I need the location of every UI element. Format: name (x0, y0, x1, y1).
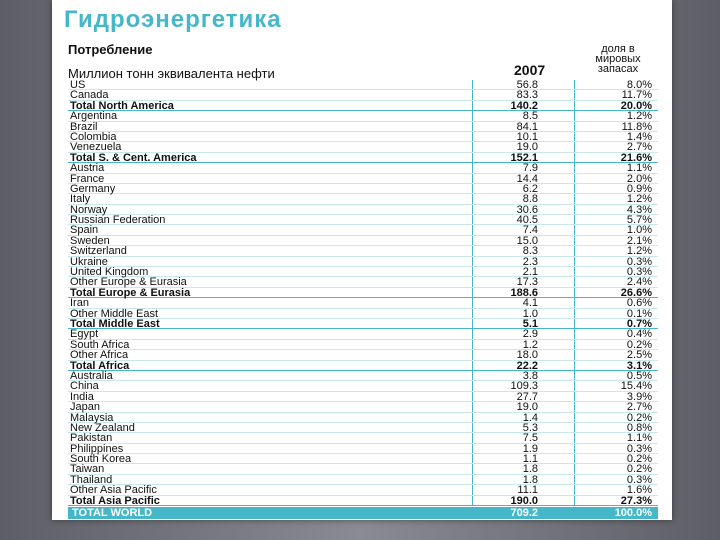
table-row: New Zealand 5.3 0.8% (68, 422, 658, 434)
table-total-row: Total Middle East 5.1 0.7% (68, 318, 658, 330)
table-row: India 27.7 3.9% (68, 391, 658, 402)
country-name: Total Asia Pacific (70, 494, 160, 507)
table-row: Germany 6.2 0.9% (68, 183, 658, 195)
table-row: France 14.4 2.0% (68, 173, 658, 184)
table-row: South Africa 1.2 0.2% (68, 339, 658, 350)
table-row: China 109.3 15.4% (68, 381, 658, 392)
consumption-label: Потребление (68, 42, 153, 57)
table-row: Brazil 84.1 11.8% (68, 121, 658, 132)
table-row: South Korea 1.1 0.2% (68, 453, 658, 465)
table-row: Philippines 1.9 0.3% (68, 443, 658, 454)
table-row: Ukraine 2.3 0.3% (68, 256, 658, 267)
consumption-value: 7.9 (522, 162, 538, 175)
country-name: Other Africa (70, 349, 129, 362)
table-row: Spain 7.4 1.0% (68, 225, 658, 236)
unit-label: Миллион тонн эквивалента нефти (68, 66, 275, 81)
table-row: Argentina 8.5 1.2% (68, 110, 658, 122)
total-world-label: TOTAL WORLD (72, 507, 153, 519)
table-row: Malaysia 1.4 0.2% (68, 412, 658, 423)
table-row: Sweden 15.0 2.1% (68, 235, 658, 247)
table-row: Pakistan 7.5 1.1% (68, 433, 658, 444)
country-name: Japan (70, 401, 100, 414)
table-total-row: Total Europe & Eurasia 188.6 26.6% (68, 287, 658, 299)
table-row: Italy 8.8 1.2% (68, 194, 658, 205)
table-total-row: Total North America 140.2 20.0% (68, 100, 658, 112)
share-value: 2.5% (626, 349, 652, 362)
total-world-row: TOTAL WORLD 709.2 100.0% (68, 507, 658, 519)
table-row: US 56.8 8.0% (68, 79, 658, 91)
total-world-value: 709.2 (510, 507, 538, 519)
data-table: US 56.8 8.0% Canada 83.3 11.7% Total North Ame… (68, 79, 658, 507)
total-world-share: 100.0% (614, 507, 652, 519)
consumption-value: 19.0 (516, 401, 538, 414)
table-total-row: Total Africa 22.2 3.1% (68, 360, 658, 371)
table-row: Japan 19.0 2.7% (68, 401, 658, 414)
table-row: Egypt 2.9 0.4% (68, 329, 658, 340)
table-row: Switzerland 8.3 1.2% (68, 246, 658, 257)
table-total-row: Total Asia Pacific 190.0 27.3% (68, 494, 658, 507)
table-row: Austria 7.9 1.1% (68, 162, 658, 175)
slide: Гидроэнергетика Потребление Миллион тонн… (52, 0, 672, 520)
table-header: Потребление Миллион тонн эквивалента неф… (68, 42, 658, 81)
year-header: 2007 (514, 62, 546, 78)
table-row: Russian Federation 40.5 5.7% (68, 214, 658, 226)
table-row: Colombia 10.1 1.4% (68, 131, 658, 143)
share-value: 27.3% (620, 494, 652, 507)
consumption-value: 190.0 (510, 494, 538, 507)
share-value: 1.1% (626, 162, 652, 175)
country-name: Austria (70, 162, 105, 175)
share-header: доля в мировых запасах (595, 43, 641, 75)
consumption-value: 18.0 (516, 349, 538, 362)
share-value: 2.7% (626, 401, 652, 414)
table-row: Taiwan 1.8 0.2% (68, 464, 658, 475)
table-total-row: Total S. & Cent. America 152.1 21.6% (68, 152, 658, 163)
page-title: Гидроэнергетика (64, 6, 282, 33)
table-row: Other Africa 18.0 2.5% (68, 349, 658, 362)
table-row: Australia 3.8 0.5% (68, 370, 658, 382)
